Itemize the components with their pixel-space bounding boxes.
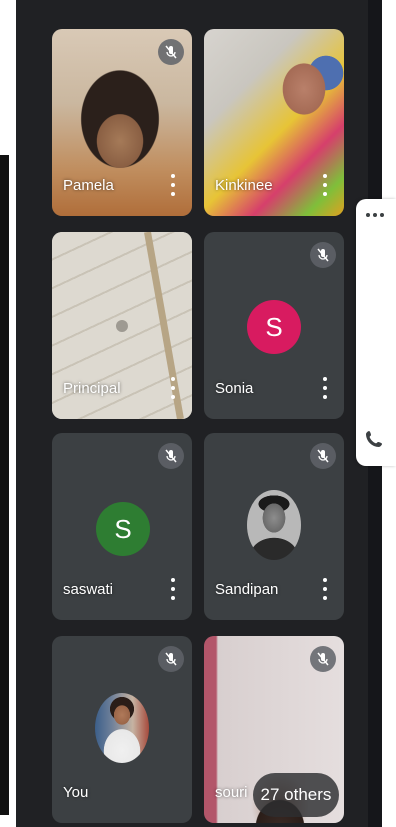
participant-tile-pamela[interactable]: Pamela [52,29,192,216]
more-options-icon[interactable] [170,578,176,600]
avatar [247,490,301,560]
more-options-icon[interactable] [170,174,176,196]
avatar [95,693,149,763]
mic-off-icon [310,646,336,672]
avatar: S [247,300,301,354]
participant-name: Principal [63,380,121,397]
participant-name: You [63,784,89,801]
participant-tile-kinkinee[interactable]: Kinkinee [204,29,344,216]
mic-off-icon [158,39,184,65]
more-options-icon[interactable] [322,174,328,196]
mic-off-icon [158,646,184,672]
participant-name: Pamela [63,177,114,194]
left-border [0,155,9,815]
participant-tile-sandipan[interactable]: Sandipan [204,433,344,620]
more-options-icon[interactable] [322,377,328,399]
participant-name: souri [215,784,248,801]
avatar: S [96,502,150,556]
mic-off-icon [158,443,184,469]
phone-icon[interactable] [364,429,384,449]
side-panel [356,199,396,466]
participant-name: Sandipan [215,581,279,598]
participant-name: Kinkinee [215,177,273,194]
participant-tile-saswati[interactable]: S saswati [52,433,192,620]
mic-off-icon [310,443,336,469]
participant-name: Sonia [215,380,254,397]
ceiling-fixture [116,320,128,332]
others-participants-button[interactable]: 27 others [253,773,339,817]
more-options-icon[interactable] [366,213,384,217]
participant-name: saswati [63,581,114,598]
more-options-icon[interactable] [322,578,328,600]
more-options-icon[interactable] [170,377,176,399]
participant-tile-sonia[interactable]: S Sonia [204,232,344,419]
mic-off-icon [310,242,336,268]
participant-tile-you[interactable]: You [52,636,192,823]
participant-tile-principal[interactable]: Principal [52,232,192,419]
